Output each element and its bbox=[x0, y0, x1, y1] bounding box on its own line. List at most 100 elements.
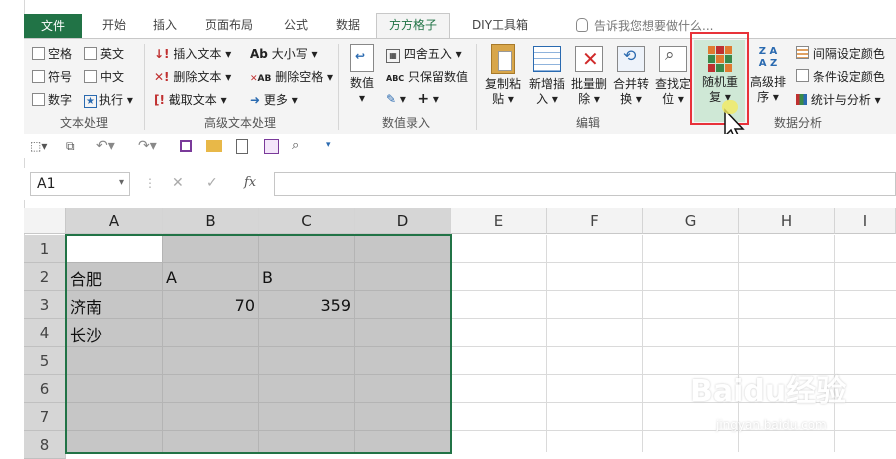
condition-color-icon bbox=[796, 69, 809, 82]
redo-icon[interactable]: ↷▾ bbox=[138, 138, 157, 154]
edit-pen-button[interactable]: ✎ ▾ + ▾ bbox=[386, 91, 439, 107]
name-box[interactable]: A1 ▾ bbox=[30, 172, 130, 196]
abc-icon: ABC bbox=[386, 74, 405, 83]
cell-C3[interactable]: 359 bbox=[259, 296, 351, 315]
select-all-corner[interactable] bbox=[24, 208, 66, 234]
print-preview-icon[interactable]: ⌕ bbox=[292, 138, 299, 153]
checkbox-symbol[interactable] bbox=[32, 70, 45, 83]
copy-paste-button[interactable]: 复制粘贴 ▾ bbox=[482, 44, 524, 107]
round-button[interactable]: ▦ 四舍五入 ▾ bbox=[386, 45, 462, 63]
check-label-symbol: 符号 bbox=[48, 70, 73, 84]
row-header-2[interactable]: 2 bbox=[24, 263, 66, 291]
row-header-4[interactable]: 4 bbox=[24, 319, 66, 347]
case-button[interactable]: Ab 大小写 ▾ bbox=[250, 45, 318, 62]
tab-formulas[interactable]: 公式 bbox=[276, 14, 316, 36]
merge-convert-button[interactable]: ⟲ 合并转换 ▾ bbox=[610, 44, 652, 107]
copy-paste-label-2: 贴 bbox=[492, 92, 505, 106]
gridline bbox=[546, 235, 547, 452]
delete-space-button[interactable]: ✕AB 删除空格 ▾ bbox=[250, 68, 333, 85]
sort-az-icon: Z AA Z bbox=[758, 46, 778, 69]
condition-color-button[interactable]: 条件设定颜色 bbox=[796, 68, 885, 85]
formula-input[interactable] bbox=[274, 172, 896, 196]
checkbox-chinese[interactable] bbox=[84, 70, 97, 83]
column-header-C[interactable]: C bbox=[259, 208, 355, 234]
row-header-7[interactable]: 7 bbox=[24, 403, 66, 431]
extract-text-button[interactable]: [! 截取文本 ▾ bbox=[154, 91, 227, 108]
execute-button[interactable]: ★ 执行 ▾ bbox=[84, 91, 133, 108]
plus-icon[interactable]: + bbox=[417, 91, 429, 107]
select-all-icon[interactable]: ⬚▾ bbox=[30, 139, 47, 153]
insert-text-button[interactable]: ↓! 插入文本 ▾ bbox=[154, 45, 231, 62]
batch-delete-button[interactable]: ✕ 批量删除 ▾ bbox=[568, 44, 610, 107]
delete-table-icon: ✕ bbox=[575, 46, 603, 72]
interval-color-button[interactable]: 间隔设定颜色 bbox=[796, 45, 885, 62]
delete-text-icon: ✕! bbox=[154, 70, 170, 84]
open-folder-icon[interactable] bbox=[206, 140, 222, 152]
column-header-A[interactable]: A bbox=[66, 208, 163, 234]
find-locate-button[interactable]: ⌕ 查找定位 ▾ bbox=[652, 44, 694, 107]
execute-icon: ★ bbox=[84, 95, 97, 108]
tab-diy-toolbox[interactable]: DIY工具箱 bbox=[460, 14, 540, 36]
insert-function-icon[interactable]: fx bbox=[244, 175, 256, 190]
tab-file[interactable]: 文件 bbox=[24, 14, 82, 38]
tab-page-layout[interactable]: 页面布局 bbox=[196, 14, 262, 36]
advanced-sort-button[interactable]: Z AA Z 高级排序 ▾ bbox=[748, 44, 788, 105]
check-label-space: 空格 bbox=[48, 47, 73, 61]
new-file-icon[interactable] bbox=[236, 139, 248, 154]
insert-rows-button[interactable]: 新增插入 ▾ bbox=[526, 44, 568, 107]
column-header-G[interactable]: G bbox=[643, 208, 739, 234]
cell-A4[interactable]: 长沙 bbox=[70, 322, 102, 346]
value-button[interactable]: ↩ 数值 ▾ bbox=[344, 44, 380, 106]
more-button[interactable]: ➜ 更多 ▾ bbox=[250, 91, 298, 108]
column-header-F[interactable]: F bbox=[547, 208, 643, 234]
cell-B2[interactable]: A bbox=[166, 268, 177, 287]
row-header-5[interactable]: 5 bbox=[24, 347, 66, 375]
batch-delete-label-1: 批量删 bbox=[570, 77, 607, 91]
delete-text-label: 删除文本 bbox=[173, 70, 222, 84]
drag-handle-icon[interactable]: ⋮ bbox=[144, 176, 156, 190]
tab-home[interactable]: 开始 bbox=[92, 14, 136, 36]
column-header-I[interactable]: I bbox=[835, 208, 896, 234]
merge-label-2: 换 bbox=[620, 92, 633, 106]
row-header-6[interactable]: 6 bbox=[24, 375, 66, 403]
checkbox-space[interactable] bbox=[32, 47, 45, 60]
name-box-value: A1 bbox=[37, 176, 56, 192]
find-label-2: 位 bbox=[662, 92, 675, 106]
gridline bbox=[451, 318, 896, 319]
stats-analysis-button[interactable]: 统计与分析 ▾ bbox=[796, 91, 881, 108]
column-header-E[interactable]: E bbox=[451, 208, 547, 234]
cell-A3[interactable]: 济南 bbox=[70, 294, 102, 318]
execute-label: 执行 bbox=[99, 93, 124, 107]
column-header-B[interactable]: B bbox=[163, 208, 259, 234]
delete-text-button[interactable]: ✕! 删除文本 ▾ bbox=[154, 68, 231, 85]
tab-data[interactable]: 数据 bbox=[328, 14, 368, 36]
row-header-3[interactable]: 3 bbox=[24, 291, 66, 319]
chevron-down-icon[interactable]: ▾ bbox=[119, 177, 124, 188]
check-label-english: 英文 bbox=[100, 47, 125, 61]
lightbulb-icon bbox=[576, 18, 588, 32]
save-as-icon[interactable] bbox=[264, 139, 279, 154]
interval-color-label: 间隔设定颜色 bbox=[812, 47, 885, 61]
keep-value-button[interactable]: ABC 只保留数值 bbox=[386, 68, 468, 85]
column-header-D[interactable]: D bbox=[355, 208, 451, 234]
stats-label: 统计与分析 bbox=[810, 93, 871, 107]
checkbox-number[interactable] bbox=[32, 93, 45, 106]
save-icon[interactable] bbox=[180, 140, 192, 152]
checkbox-english[interactable] bbox=[84, 47, 97, 60]
column-header-H[interactable]: H bbox=[739, 208, 835, 234]
cell-A2[interactable]: 合肥 bbox=[70, 266, 102, 290]
clipboard-icon bbox=[491, 44, 515, 74]
copy-format-icon[interactable]: ⧉ bbox=[66, 139, 75, 154]
tab-fangfanggezi[interactable]: 方方格子 bbox=[376, 13, 450, 40]
cell-C2[interactable]: B bbox=[262, 268, 273, 287]
row-header-8[interactable]: 8 bbox=[24, 431, 66, 459]
undo-icon[interactable]: ↶▾ bbox=[96, 138, 115, 154]
confirm-icon[interactable]: ✓ bbox=[206, 175, 218, 191]
row-header-1[interactable]: 1 bbox=[24, 235, 66, 263]
customize-qat-icon[interactable]: ▾ bbox=[326, 140, 331, 150]
gridline bbox=[451, 430, 896, 431]
case-label: 大小写 bbox=[271, 47, 308, 61]
cancel-icon[interactable]: ✕ bbox=[172, 175, 184, 191]
tab-insert[interactable]: 插入 bbox=[146, 14, 184, 36]
cell-B3[interactable]: 70 bbox=[163, 296, 255, 315]
